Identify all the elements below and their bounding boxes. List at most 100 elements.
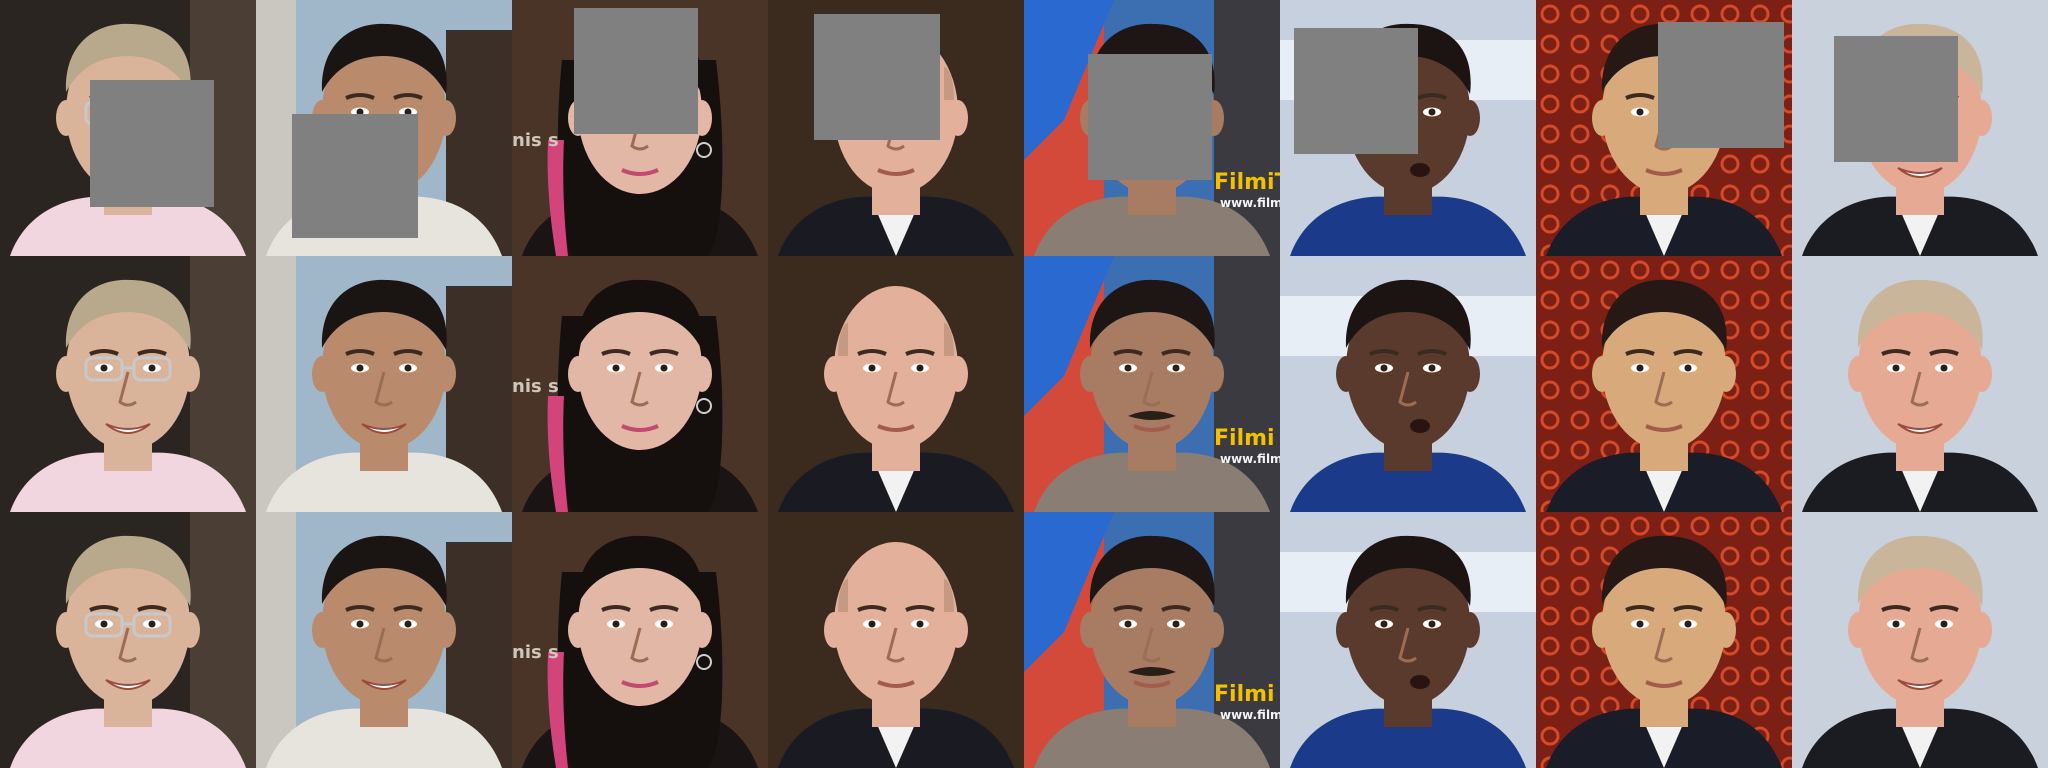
ear-left xyxy=(568,356,588,392)
pupil-left xyxy=(356,364,364,372)
face-tile-masked-input-2 xyxy=(256,0,512,256)
face-image xyxy=(512,512,768,768)
face-tile-ground-truth-7 xyxy=(1536,512,1792,768)
brand-logo-text: Filmi xyxy=(1214,426,1275,451)
pupil-left xyxy=(1380,620,1388,628)
ear-right xyxy=(692,612,712,648)
ear-right xyxy=(180,612,200,648)
pupil-left xyxy=(1124,620,1132,628)
face-tile-reconstruction-8 xyxy=(1792,256,2048,512)
face-image xyxy=(1792,512,2048,768)
face-image xyxy=(1280,256,1536,512)
pupil-left xyxy=(100,620,108,628)
ear-left xyxy=(1592,356,1612,392)
occlusion-mask xyxy=(1658,22,1784,148)
wall xyxy=(256,256,296,512)
ear-right xyxy=(948,100,968,136)
ear-right xyxy=(436,612,456,648)
background-text: nis s xyxy=(512,376,559,397)
mouth xyxy=(1410,419,1430,433)
pupil-right xyxy=(1940,364,1948,372)
ear-right xyxy=(1972,612,1992,648)
ear-left xyxy=(824,612,844,648)
ear-left xyxy=(56,612,76,648)
face-image xyxy=(1280,512,1536,768)
occlusion-mask xyxy=(292,114,418,238)
pupil-left xyxy=(1636,364,1644,372)
face-tile-reconstruction-5: Filmiwww.filmit xyxy=(1024,256,1280,512)
ear-right xyxy=(1972,100,1992,136)
face-image xyxy=(1536,512,1792,768)
background-text: nis s xyxy=(512,130,559,151)
ear-left xyxy=(824,356,844,392)
face-tile-masked-input-8 xyxy=(1792,0,2048,256)
pupil-left xyxy=(100,364,108,372)
face-inpainting-grid: nis sFilmiTowww.filmitnis sFilmiwww.film… xyxy=(0,0,2048,768)
pupil-left xyxy=(356,620,364,628)
face-tile-reconstruction-7 xyxy=(1536,256,1792,512)
ear-right xyxy=(948,356,968,392)
occlusion-mask xyxy=(814,14,940,140)
pupil-right xyxy=(1940,620,1948,628)
pupil-right xyxy=(1428,108,1436,116)
face-image xyxy=(256,256,512,512)
ear-right xyxy=(692,356,712,392)
face-tile-masked-input-1 xyxy=(0,0,256,256)
face-tile-masked-input-6 xyxy=(1280,0,1536,256)
face-tile-reconstruction-4 xyxy=(768,256,1024,512)
ear-left xyxy=(1592,100,1612,136)
brand-logo-text: Filmi xyxy=(1214,682,1275,707)
pupil-right xyxy=(404,620,412,628)
occlusion-mask xyxy=(1294,28,1418,154)
pupil-right xyxy=(916,620,924,628)
ear-right xyxy=(1972,356,1992,392)
face-tile-ground-truth-4 xyxy=(768,512,1024,768)
ear-left xyxy=(312,356,332,392)
pupil-right xyxy=(660,620,668,628)
face-image xyxy=(1024,256,1280,512)
face-tile-masked-input-5: FilmiTowww.filmit xyxy=(1024,0,1280,256)
wall xyxy=(256,512,296,768)
pupil-right xyxy=(1684,620,1692,628)
pupil-left xyxy=(612,620,620,628)
brand-url-text: www.filmit xyxy=(1220,196,1280,210)
pupil-left xyxy=(868,620,876,628)
face-tile-ground-truth-1 xyxy=(0,512,256,768)
pupil-left xyxy=(1892,620,1900,628)
face-tile-reconstruction-1 xyxy=(0,256,256,512)
ear-right xyxy=(1460,612,1480,648)
ear-left xyxy=(312,612,332,648)
face-image xyxy=(256,512,512,768)
ear-right xyxy=(948,612,968,648)
ear-right xyxy=(436,100,456,136)
face-image xyxy=(1536,256,1792,512)
face-image xyxy=(0,512,256,768)
pupil-left xyxy=(612,364,620,372)
face-tile-reconstruction-6 xyxy=(1280,256,1536,512)
brand-logo-text: FilmiTo xyxy=(1214,170,1280,195)
brand-url-text: www.filmit xyxy=(1220,708,1280,722)
occlusion-mask xyxy=(90,80,214,207)
ear-right xyxy=(436,356,456,392)
ear-right xyxy=(180,356,200,392)
ear-right xyxy=(1460,100,1480,136)
occlusion-mask xyxy=(1088,54,1212,180)
pupil-right xyxy=(148,620,156,628)
pupil-right xyxy=(1428,620,1436,628)
ear-left xyxy=(1848,612,1868,648)
face-tile-masked-input-3: nis s xyxy=(512,0,768,256)
ear-right xyxy=(1716,356,1736,392)
face-tile-reconstruction-2 xyxy=(256,256,512,512)
face-image xyxy=(1024,512,1280,768)
brand-url-text: www.filmit xyxy=(1220,452,1280,466)
ear-left xyxy=(56,100,76,136)
face xyxy=(834,286,958,450)
face xyxy=(834,542,958,706)
pupil-right xyxy=(148,364,156,372)
ear-right xyxy=(1716,612,1736,648)
pupil-right xyxy=(916,364,924,372)
ear-right xyxy=(1204,612,1224,648)
ear-left xyxy=(1080,612,1100,648)
face-tile-masked-input-4 xyxy=(768,0,1024,256)
pupil-right xyxy=(1172,364,1180,372)
